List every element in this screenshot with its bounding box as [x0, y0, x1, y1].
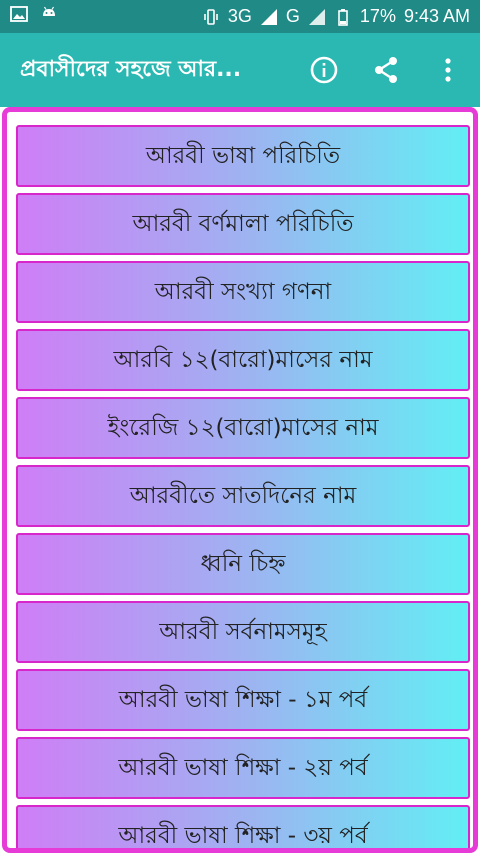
network-g-label: G	[285, 6, 300, 26]
network-3g-label: 3G	[227, 6, 252, 26]
menu-item-arabic-alphabet[interactable]: আরবী বর্ণমালা পরিচিতি	[16, 193, 470, 255]
app-title: প্রবাসীদের সহজে আর...	[20, 56, 242, 82]
info-button[interactable]	[304, 50, 344, 90]
image-icon	[10, 5, 28, 28]
clock: 9:43 AM	[403, 6, 470, 26]
menu-item-arabic-weekdays[interactable]: আরবীতে সাতদিনের নাম	[16, 465, 470, 527]
share-icon	[375, 57, 397, 83]
menu-item-lesson-part-2[interactable]: আরবী ভাষা শিক্ষা - ২য় পর্ব	[16, 737, 470, 799]
share-button[interactable]	[366, 50, 406, 90]
battery-percent: 17%	[359, 6, 396, 26]
status-bar: 3G G 17% 9:43 AM	[0, 0, 480, 33]
menu-item-phonetic-signs[interactable]: ধ্বনি চিহ্ন	[16, 533, 470, 595]
battery-icon	[334, 8, 352, 26]
menu-item-arabic-months[interactable]: আরবি ১২(বারো)মাসের নাম	[16, 329, 470, 391]
more-vert-icon	[445, 58, 451, 82]
menu-item-lesson-part-1[interactable]: আরবী ভাষা শিক্ষা - ১ম পর্ব	[16, 669, 470, 731]
menu-item-english-months[interactable]: ইংরেজি ১২(বারো)মাসের নাম	[16, 397, 470, 459]
menu-list: আরবী ভাষা পরিচিতি আরবী বর্ণমালা পরিচিতি …	[16, 125, 470, 848]
signal-icon-2	[308, 8, 326, 26]
more-options-button[interactable]	[428, 50, 468, 90]
menu-item-arabic-language-intro[interactable]: আরবী ভাষা পরিচিতি	[16, 125, 470, 187]
signal-icon	[260, 8, 278, 26]
menu-container: আরবী ভাষা পরিচিতি আরবী বর্ণমালা পরিচিতি …	[2, 107, 478, 853]
android-icon	[40, 5, 58, 28]
menu-item-arabic-numbers[interactable]: আরবী সংখ্যা গণনা	[16, 261, 470, 323]
menu-item-lesson-part-3[interactable]: আরবী ভাষা শিক্ষা - ৩য় পর্ব	[16, 805, 470, 848]
app-bar: প্রবাসীদের সহজে আর...	[0, 33, 480, 107]
info-icon	[310, 56, 338, 84]
menu-item-arabic-pronouns[interactable]: আরবী সর্বনামসমূহ	[16, 601, 470, 663]
vibrate-icon	[202, 8, 220, 26]
